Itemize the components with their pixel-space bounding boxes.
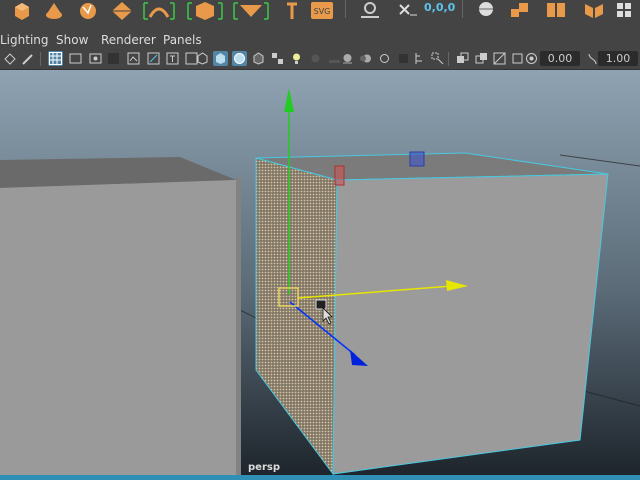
cube-icon[interactable]: [8, 0, 36, 22]
grid-toggle-icon[interactable]: [48, 51, 63, 66]
z-plane-handle[interactable]: [409, 151, 425, 167]
isolate-select-icon[interactable]: [412, 51, 427, 66]
safe-action-icon[interactable]: [146, 51, 161, 66]
cone-icon[interactable]: [40, 0, 68, 22]
panel-toolbar: 0.00 1.00: [0, 49, 640, 70]
wireframe-icon[interactable]: [195, 51, 210, 66]
bg-cube-front[interactable]: [0, 180, 240, 475]
backface-icon[interactable]: [510, 51, 525, 66]
safe-title-icon[interactable]: [165, 51, 180, 66]
cube-front-face[interactable]: [332, 173, 609, 475]
menu-show[interactable]: Show: [56, 33, 88, 47]
xray-icon[interactable]: [455, 51, 470, 66]
gate-mask-icon[interactable]: [106, 51, 121, 66]
field-chart-icon[interactable]: [126, 51, 141, 66]
diamond-icon[interactable]: [108, 0, 136, 22]
toolbar-divider: [40, 52, 41, 66]
svg-icon[interactable]: SVG: [308, 0, 336, 22]
panel-menubar: Lighting Show Renderer Panels: [0, 30, 640, 49]
toolbar-divider: [448, 52, 449, 66]
menu-lighting[interactable]: Lighting: [0, 33, 49, 47]
textured-icon[interactable]: [251, 51, 266, 66]
cursor-badge: [315, 299, 327, 310]
shelf-divider: [345, 0, 346, 18]
bracket-sweep-icon[interactable]: [232, 0, 270, 22]
shelf-bar: SVG 0,0,0: [0, 0, 640, 30]
x-plane-handle[interactable]: [334, 165, 345, 186]
depth-field-icon[interactable]: [396, 51, 411, 66]
resolution-gate-icon[interactable]: [88, 51, 103, 66]
pencil-icon[interactable]: [20, 51, 35, 66]
viewport-canvas[interactable]: [0, 70, 640, 475]
lights-icon[interactable]: [289, 51, 304, 66]
motion-blur-icon[interactable]: [358, 51, 373, 66]
ambient-occlusion-icon[interactable]: [340, 51, 355, 66]
gamma-field[interactable]: 1.00: [598, 51, 638, 66]
xray-components-icon[interactable]: [492, 51, 507, 66]
viewport-border-strip: [0, 475, 640, 480]
bracket-box-icon[interactable]: [186, 0, 224, 22]
camera-label: persp: [248, 462, 280, 473]
checker-icon[interactable]: [270, 51, 285, 66]
text-tool-icon[interactable]: [278, 0, 306, 22]
split-alt-icon[interactable]: [580, 0, 608, 22]
menu-panels[interactable]: Panels: [163, 33, 202, 47]
merge-icon[interactable]: [506, 0, 534, 22]
menu-renderer[interactable]: Renderer: [101, 33, 156, 47]
grid-icon[interactable]: [612, 0, 640, 22]
persp-viewport[interactable]: [0, 70, 640, 475]
wireframe-on-shaded-icon[interactable]: [232, 51, 247, 66]
bg-cube-side: [236, 178, 241, 475]
xray-joints-icon[interactable]: [474, 51, 489, 66]
sphere-icon[interactable]: [472, 0, 500, 22]
select-ring-icon[interactable]: [356, 0, 384, 22]
exposure-field[interactable]: 0.00: [540, 51, 580, 66]
exposure-icon[interactable]: [524, 51, 539, 66]
coord-readout: 0,0,0: [424, 1, 456, 14]
bracket-arc-icon[interactable]: [142, 0, 176, 22]
anti-alias-icon[interactable]: [377, 51, 392, 66]
shelf-divider: [462, 0, 463, 18]
film-gate-icon[interactable]: [68, 51, 83, 66]
delete-xyz-icon[interactable]: [394, 0, 422, 22]
smooth-shade-icon[interactable]: [213, 51, 228, 66]
svg-label: SVG: [314, 7, 331, 16]
split-icon[interactable]: [542, 0, 570, 22]
xray-select-icon[interactable]: [430, 51, 445, 66]
camera-move-icon[interactable]: [2, 51, 17, 66]
sphere-arrow-icon[interactable]: [74, 0, 102, 22]
shadows-icon[interactable]: [308, 51, 323, 66]
